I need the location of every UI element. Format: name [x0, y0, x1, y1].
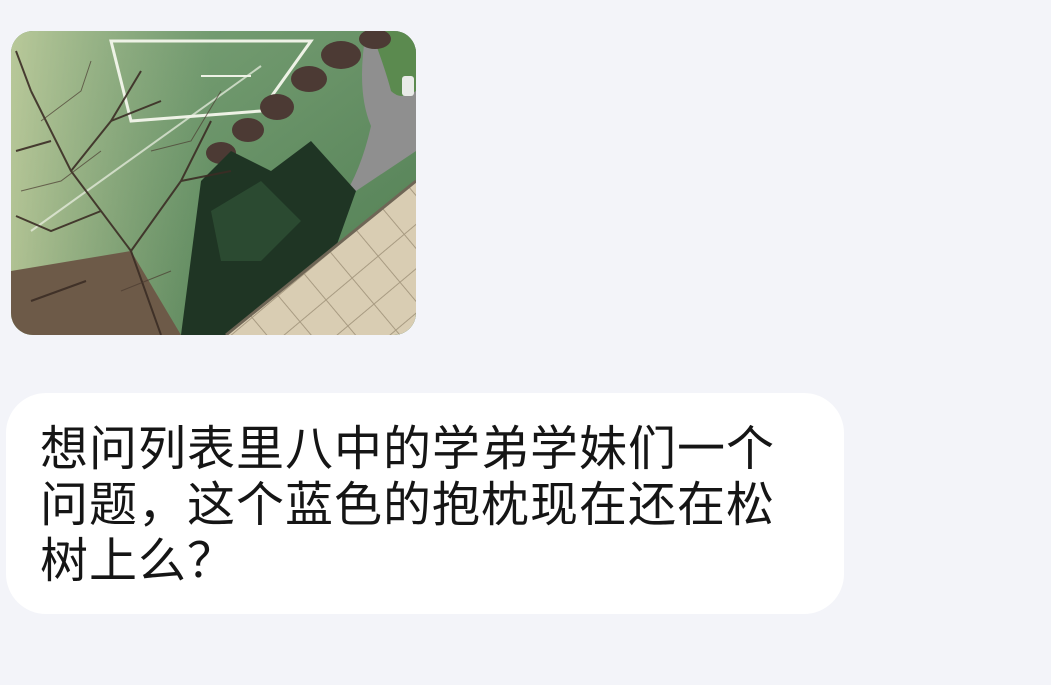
text-message-bubble[interactable]: 想问列表里八中的学弟学妹们一个问题，这个蓝色的抱枕现在还在松树上么？ [6, 393, 844, 614]
message-text: 想问列表里八中的学弟学妹们一个问题，这个蓝色的抱枕现在还在松树上么？ [40, 421, 776, 589]
image-message[interactable] [11, 31, 416, 335]
photo-thumbnail [11, 31, 416, 335]
